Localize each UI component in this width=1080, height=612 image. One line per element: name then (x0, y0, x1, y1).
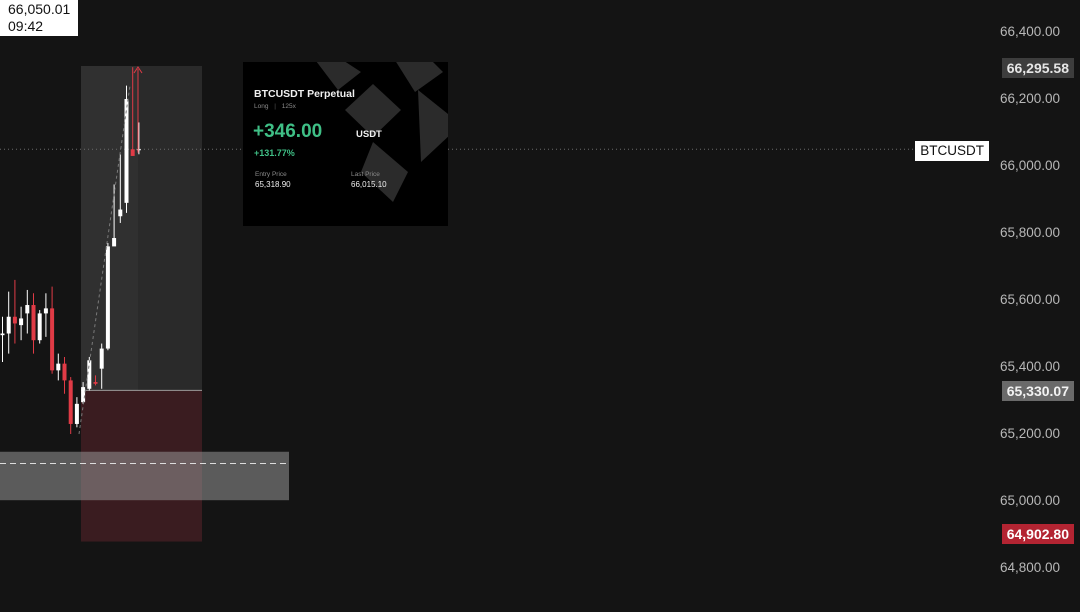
candle-body (43, 308, 48, 314)
candle-body (12, 316, 17, 324)
last-price-card-value: 66,015.10 (351, 180, 387, 189)
y-tick-label: 64,800.00 (999, 560, 1060, 575)
candle-body (6, 316, 11, 334)
leverage: 125x (281, 103, 296, 110)
pnl-percent: +131.77% (254, 148, 295, 158)
position-side: Long (254, 103, 269, 110)
stop-price-tag: 64,902.80 (1001, 524, 1074, 544)
y-tick-label: 65,400.00 (999, 359, 1060, 374)
candle-body (93, 382, 98, 384)
candle-body (0, 333, 5, 336)
y-tick-label: 65,200.00 (999, 426, 1060, 441)
target-price-tag: 66,295.58 (1001, 58, 1074, 78)
last-price-label: Last Price (351, 171, 380, 178)
candle-body (31, 305, 36, 341)
y-tick-label: 66,200.00 (999, 91, 1060, 106)
candle-body (105, 246, 110, 349)
candle-body (68, 380, 73, 424)
candle-body (112, 238, 117, 247)
card-title: BTCUSDT Perpetual (254, 88, 355, 100)
entry-price-tag: 65,330.07 (1001, 381, 1074, 401)
candle-body (19, 318, 24, 326)
candle-body (130, 149, 135, 156)
y-tick-label: 66,400.00 (999, 24, 1060, 39)
card-position-info: Long | 125x (254, 103, 296, 110)
candle-body (118, 209, 123, 217)
entry-price-value: 65,318.90 (255, 180, 291, 189)
price-chart[interactable] (0, 0, 1080, 612)
pnl-unit: USDT (356, 129, 382, 140)
candle-body (37, 313, 42, 341)
liquidity-band (0, 451, 289, 501)
candle-body (74, 403, 79, 424)
y-tick-label: 65,000.00 (999, 493, 1060, 508)
sub-divider: | (274, 103, 276, 110)
candle-body (124, 99, 129, 203)
y-tick-label: 65,800.00 (999, 225, 1060, 240)
candle-body (62, 363, 67, 381)
candle-body (25, 305, 30, 314)
entry-price-label: Entry Price (255, 171, 287, 178)
y-tick-label: 65,600.00 (999, 292, 1060, 307)
exchange-logo-watermark (316, 62, 448, 202)
candle-body (81, 387, 86, 403)
symbol-tag: BTCUSDT (915, 141, 989, 161)
candle-body (50, 308, 55, 371)
candle-body (56, 363, 61, 371)
candle-body (99, 348, 104, 369)
pnl-value: +346.00 (253, 121, 323, 142)
pnl-card: BTCUSDT Perpetual Long | 125x +346.00 US… (243, 62, 448, 226)
